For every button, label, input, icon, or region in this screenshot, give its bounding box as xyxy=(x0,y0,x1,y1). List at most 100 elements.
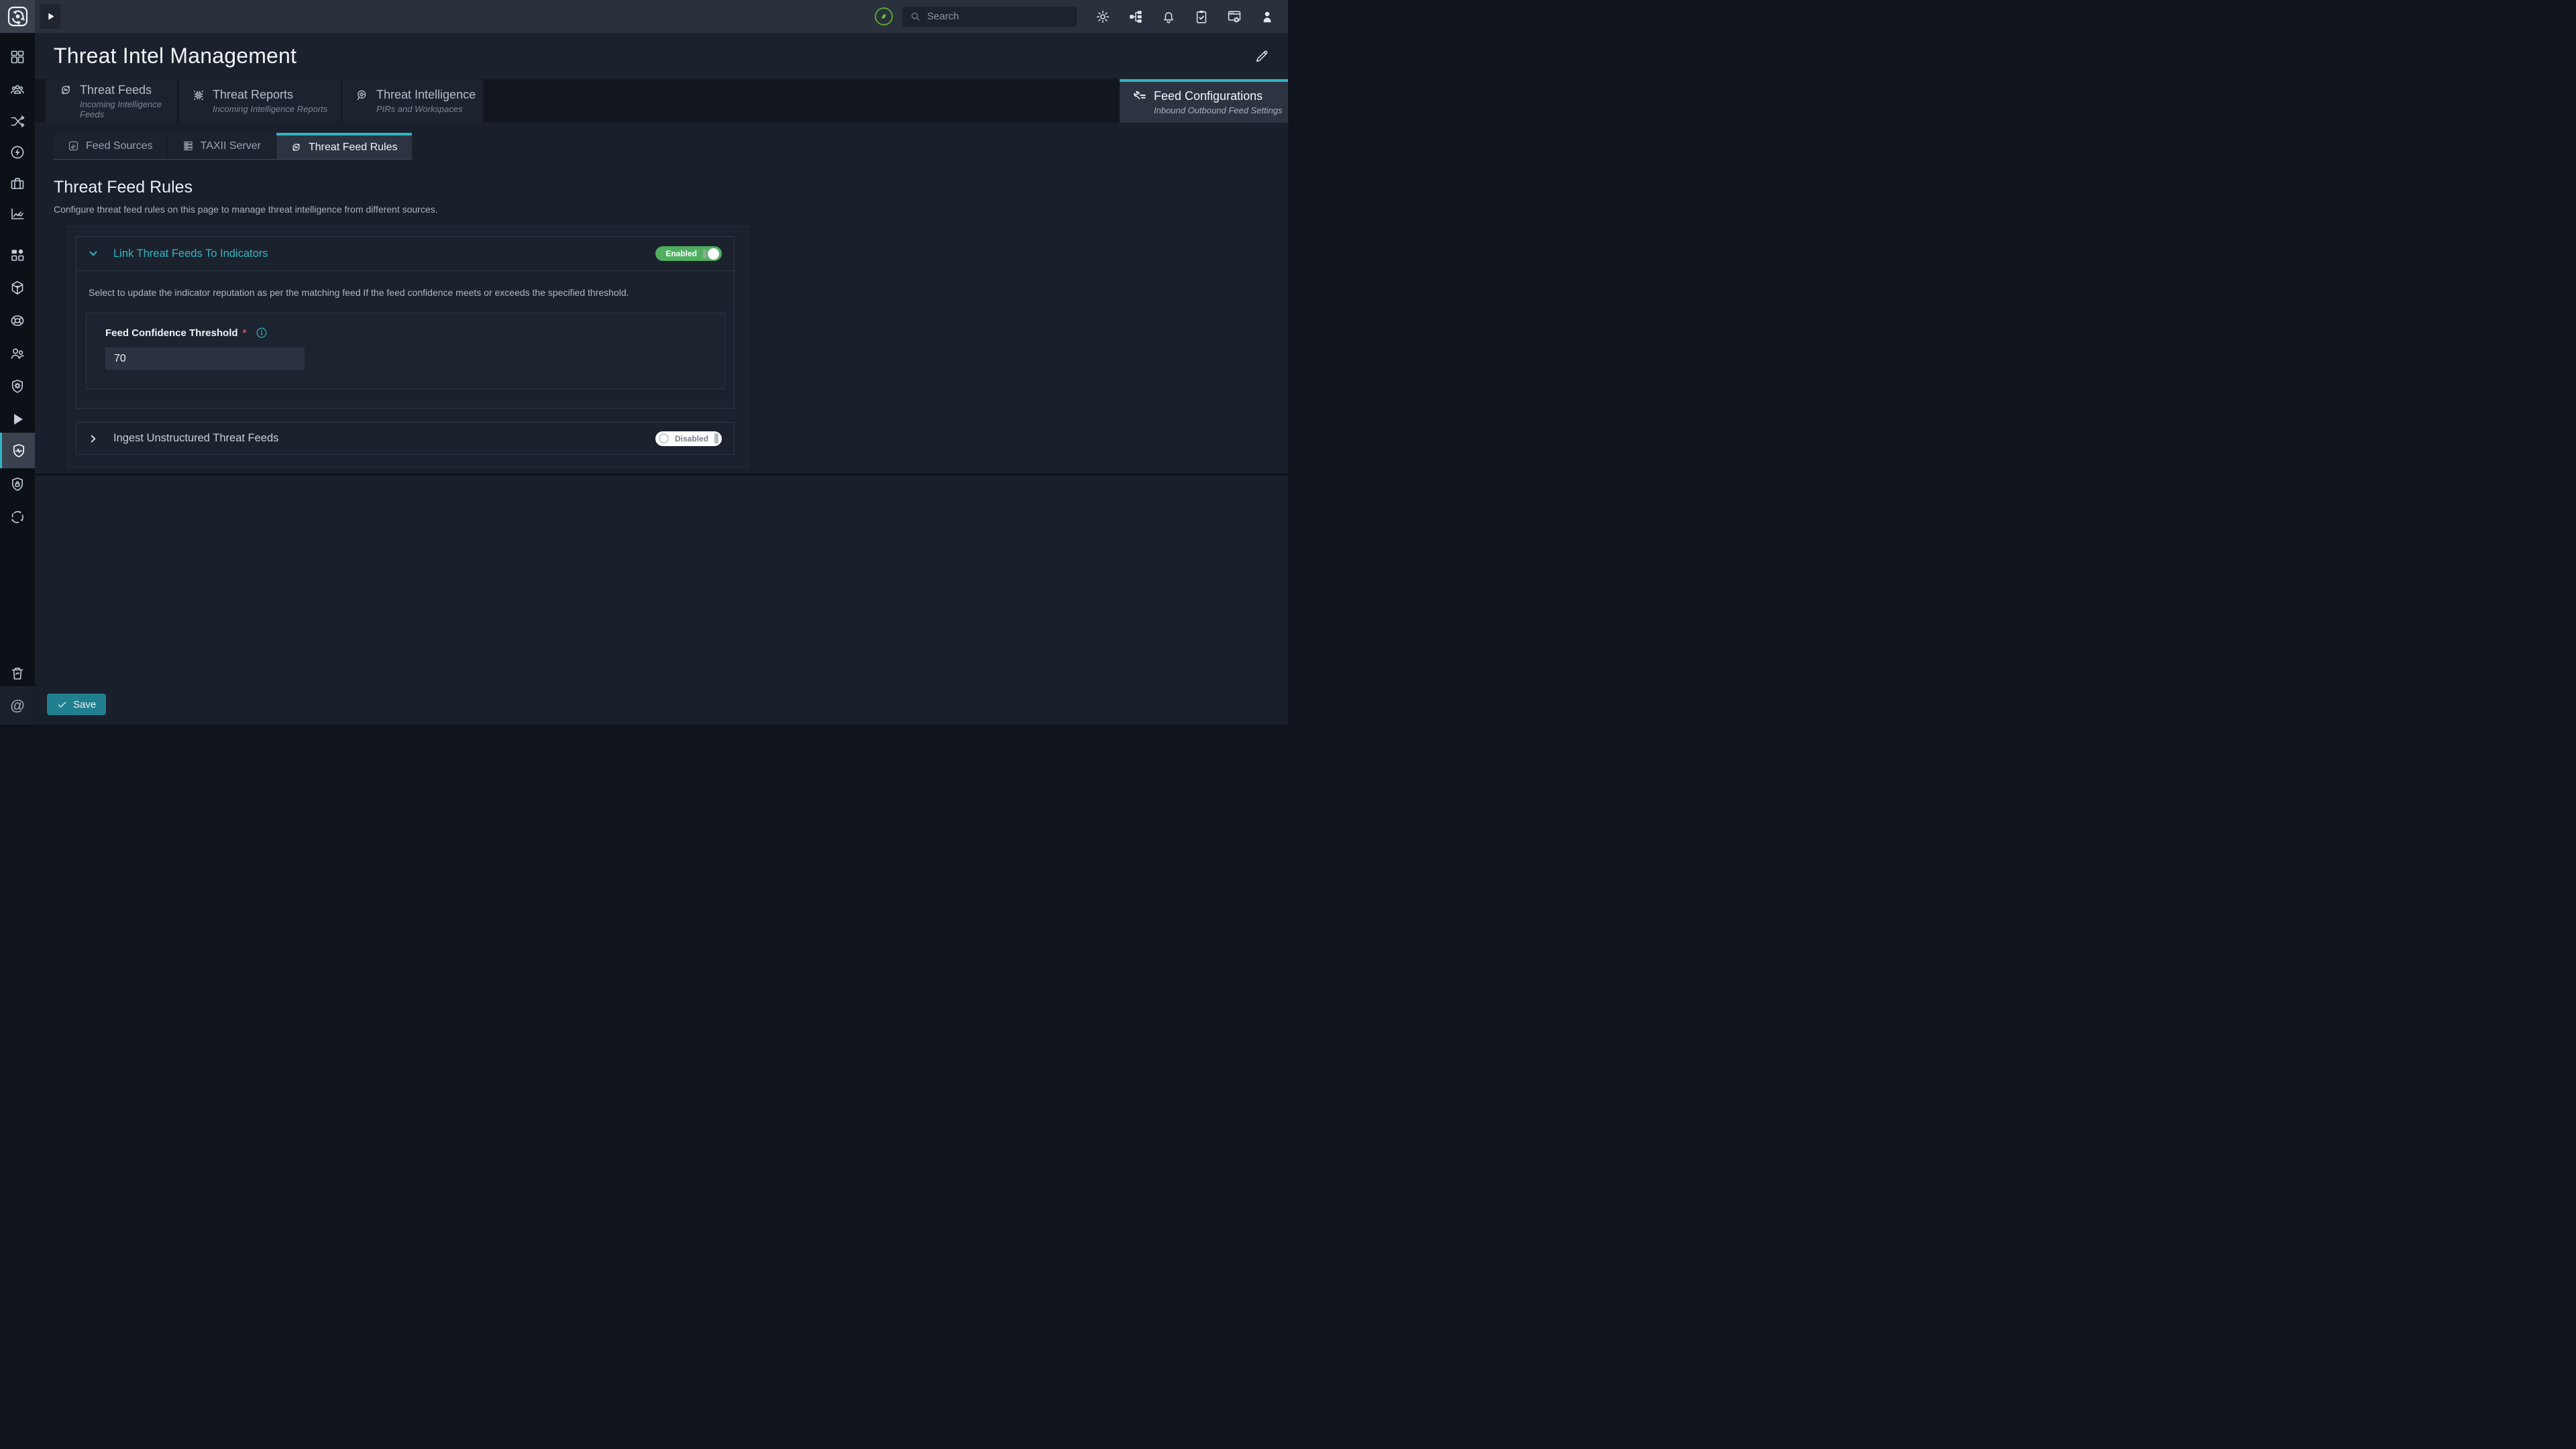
sidebar-item-mentions[interactable]: @ xyxy=(0,686,35,724)
sub-tabs: Feed Sources TAXII Server Threat Feed Ru… xyxy=(54,133,412,160)
topbar-actions xyxy=(1095,9,1275,24)
sidebar-item-contacts[interactable] xyxy=(0,340,35,367)
section-link-threat-feeds: Link Threat Feeds To Indicators Enabled … xyxy=(76,236,735,409)
link-feeds-toggle[interactable]: Enabled xyxy=(655,246,722,261)
sidebar-item-user-groups[interactable] xyxy=(0,76,35,103)
sidebar-item-malware[interactable] xyxy=(0,373,35,400)
console-window-icon[interactable] xyxy=(1227,9,1242,24)
sidebar-item-apps[interactable] xyxy=(0,241,35,268)
toggle-knob xyxy=(659,433,669,443)
subtab-feed-sources[interactable]: Feed Sources xyxy=(54,133,168,159)
settings-gear-icon[interactable] xyxy=(1095,9,1110,24)
search-input[interactable] xyxy=(927,11,1069,22)
toggle-track xyxy=(703,250,706,258)
ingest-unstructured-toggle[interactable]: Disabled xyxy=(655,431,722,446)
sidebar-item-threat-intel[interactable] xyxy=(0,433,35,468)
save-button[interactable]: Save xyxy=(47,694,106,715)
target-pulse-icon xyxy=(59,83,72,97)
user-profile-icon[interactable] xyxy=(1260,9,1275,24)
sidebar-item-recycle-bin[interactable] xyxy=(0,660,35,687)
sidebar-item-dashboard[interactable] xyxy=(0,44,35,70)
toggle-track xyxy=(714,433,718,443)
section-link-feeds-header[interactable]: Link Threat Feeds To Indicators Enabled xyxy=(76,237,734,270)
shield-bug-icon xyxy=(9,378,25,394)
play-icon xyxy=(46,11,56,21)
sidebar-expand-button[interactable] xyxy=(40,4,60,29)
content-heading: Threat Feed Rules xyxy=(54,178,1269,197)
sidebar-item-cases[interactable] xyxy=(0,170,35,197)
rules-panel: Link Threat Feeds To Indicators Enabled … xyxy=(67,226,749,468)
tab-threat-intelligence[interactable]: Threat Intelligence PIRs and Workspaces xyxy=(342,79,484,123)
leaf-icon xyxy=(879,11,889,21)
sidebar-item-playbooks[interactable] xyxy=(0,406,35,433)
automation-logo-icon xyxy=(7,5,29,28)
feed-confidence-threshold-input[interactable] xyxy=(105,347,305,370)
rss-icon xyxy=(68,140,79,152)
topbar xyxy=(0,0,1288,33)
lifebuoy-icon xyxy=(9,313,25,329)
field-label: Feed Confidence Threshold xyxy=(105,327,238,339)
apps-modules-icon xyxy=(9,247,25,263)
environment-health-indicator[interactable] xyxy=(875,7,893,25)
dashboard-grid-icon xyxy=(9,49,25,65)
section-ingest-unstructured: Ingest Unstructured Threat Feeds Disable… xyxy=(76,422,735,455)
sitemap-icon[interactable] xyxy=(1128,9,1143,24)
page-content: Threat Feed Rules Configure threat feed … xyxy=(35,178,1288,476)
sidebar-item-quick-actions[interactable] xyxy=(0,139,35,166)
tab-threat-feeds[interactable]: Threat Feeds Incoming Intelligence Feeds xyxy=(46,79,178,123)
target-pulse-icon xyxy=(290,142,302,153)
toggle-label: Enabled xyxy=(665,249,697,258)
info-icon[interactable] xyxy=(256,327,268,339)
threshold-subpanel: Feed Confidence Threshold * xyxy=(86,313,725,389)
subtab-taxii-server[interactable]: TAXII Server xyxy=(168,133,276,159)
briefcase-icon xyxy=(9,175,25,191)
content-divider xyxy=(35,474,1288,476)
tasks-clipboard-icon[interactable] xyxy=(1194,9,1209,24)
toggle-knob xyxy=(708,248,719,260)
main-tabs: Threat Feeds Incoming Intelligence Feeds… xyxy=(35,79,1288,123)
sidebar-item-vault[interactable] xyxy=(0,471,35,498)
required-asterisk: * xyxy=(243,327,247,339)
shuffle-arrows-icon xyxy=(9,113,25,129)
wrench-config-icon xyxy=(1133,90,1146,103)
shield-lock-icon xyxy=(9,476,25,492)
search-gear-icon xyxy=(356,89,369,102)
shield-pulse-icon xyxy=(11,443,27,459)
user-groups-icon xyxy=(9,82,25,98)
check-icon xyxy=(57,700,67,710)
threat-intel-app: @ Threat Intel Management Threat Feeds I… xyxy=(0,0,1288,724)
page-header: Threat Intel Management xyxy=(35,33,1288,79)
section-ingest-header[interactable]: Ingest Unstructured Threat Feeds Disable… xyxy=(76,423,734,454)
line-chart-icon xyxy=(9,206,25,222)
chevron-right-icon xyxy=(88,433,99,444)
server-stack-icon xyxy=(182,140,194,152)
notifications-bell-icon[interactable] xyxy=(1161,9,1176,24)
tab-feed-configurations[interactable]: Feed Configurations Inbound Outbound Fee… xyxy=(1120,79,1288,123)
global-search[interactable] xyxy=(902,7,1077,27)
people-icon xyxy=(9,345,25,362)
search-icon xyxy=(910,11,920,21)
sidebar-item-help[interactable] xyxy=(0,307,35,334)
bolt-circle-icon xyxy=(9,144,25,160)
section-body-text: Select to update the indicator reputatio… xyxy=(89,287,725,298)
sidebar-item-sandbox[interactable] xyxy=(0,274,35,301)
sidebar-nav: @ xyxy=(0,33,35,724)
sidebar-item-shuffle[interactable] xyxy=(0,108,35,135)
section-title: Link Threat Feeds To Indicators xyxy=(113,248,268,260)
chevron-down-icon xyxy=(88,248,99,259)
at-sign-icon: @ xyxy=(10,697,24,714)
trash-recycle-icon xyxy=(9,665,25,682)
section-title: Ingest Unstructured Threat Feeds xyxy=(113,432,278,445)
sync-arrows-icon xyxy=(9,508,25,525)
pencil-icon xyxy=(1254,49,1269,64)
subtab-threat-feed-rules[interactable]: Threat Feed Rules xyxy=(276,133,412,159)
tab-threat-reports[interactable]: Threat Reports Incoming Intelligence Rep… xyxy=(178,79,342,123)
section-link-feeds-body: Select to update the indicator reputatio… xyxy=(76,270,734,408)
cube-3d-icon xyxy=(9,280,25,296)
chip-bug-icon xyxy=(192,89,205,102)
sidebar-item-analytics[interactable] xyxy=(0,201,35,227)
sidebar-item-lifecycle[interactable] xyxy=(0,503,35,530)
edit-title-button[interactable] xyxy=(1254,49,1269,64)
app-logo[interactable] xyxy=(0,0,35,33)
toggle-label: Disabled xyxy=(675,434,708,443)
